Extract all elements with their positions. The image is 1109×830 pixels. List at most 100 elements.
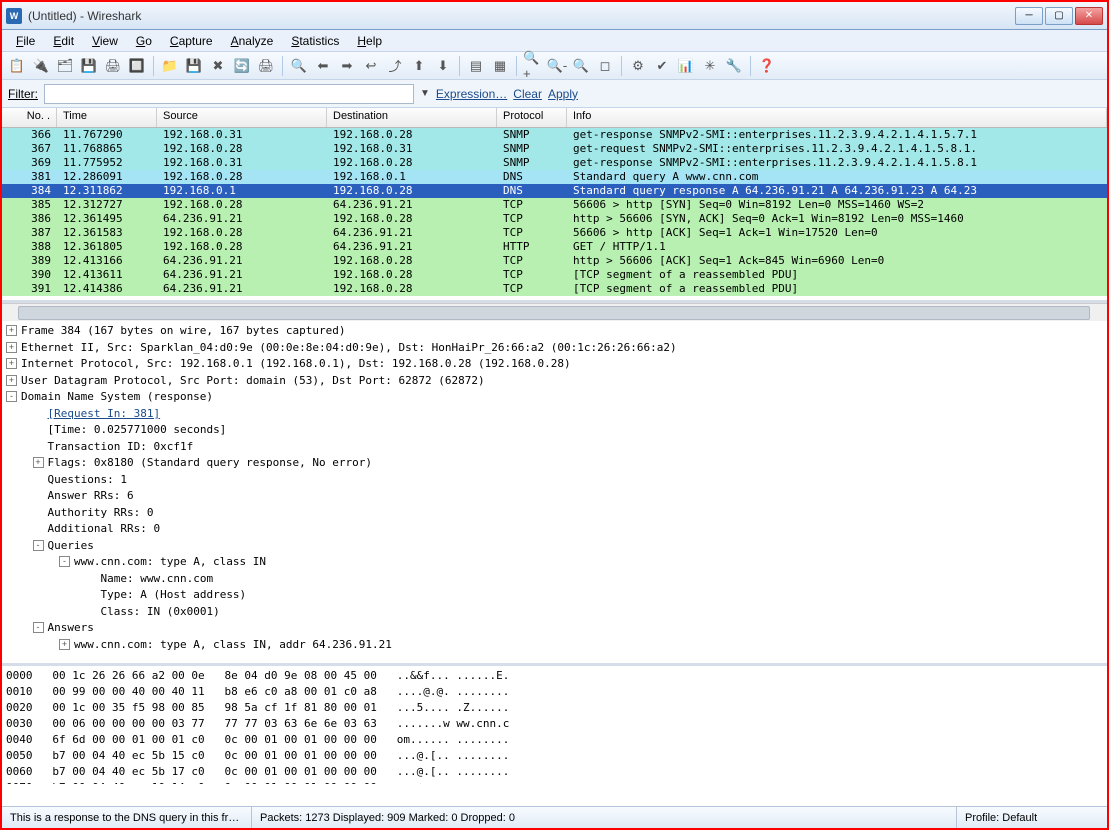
toolbar-button-5-4[interactable]: 🔧 [723, 55, 745, 77]
toolbar-button-4-1[interactable]: 🔍- [546, 55, 568, 77]
toolbar-button-0-3[interactable]: 💾 [78, 55, 100, 77]
filter-apply-link[interactable]: Apply [548, 87, 578, 101]
toolbar-button-2-2[interactable]: ➡ [336, 55, 358, 77]
tree-line[interactable]: Additional RRs: 0 [6, 521, 1103, 538]
expand-icon[interactable]: - [6, 391, 17, 402]
tree-line[interactable]: Name: www.cnn.com [6, 571, 1103, 588]
packet-row[interactable]: 38712.361583192.168.0.2864.236.91.21TCP5… [2, 226, 1107, 240]
toolbar-button-3-1[interactable]: ▦ [489, 55, 511, 77]
tree-line[interactable]: Answer RRs: 6 [6, 488, 1103, 505]
toolbar-button-5-2[interactable]: 📊 [675, 55, 697, 77]
packet-row[interactable]: 36911.775952192.168.0.31192.168.0.28SNMP… [2, 156, 1107, 170]
tree-line[interactable]: [Time: 0.025771000 seconds] [6, 422, 1103, 439]
filter-expression-link[interactable]: Expression… [436, 87, 507, 101]
packet-bytes-pane[interactable]: 0000 00 1c 26 26 66 a2 00 0e 8e 04 d0 9e… [2, 666, 1107, 784]
expand-icon[interactable]: - [33, 622, 44, 633]
toolbar-button-4-2[interactable]: 🔍 [570, 55, 592, 77]
packet-row[interactable]: 38412.311862192.168.0.1192.168.0.28DNSSt… [2, 184, 1107, 198]
expand-icon[interactable]: - [33, 540, 44, 551]
menu-go[interactable]: Go [128, 32, 160, 50]
filter-dropdown-icon[interactable]: ▼ [420, 88, 430, 99]
toolbar-button-3-0[interactable]: ▤ [465, 55, 487, 77]
toolbar-button-1-4[interactable]: 🖨 [255, 55, 277, 77]
tree-line[interactable]: +Frame 384 (167 bytes on wire, 167 bytes… [6, 323, 1103, 340]
menu-analyze[interactable]: Analyze [223, 32, 282, 50]
bytes-line[interactable]: 0050 b7 00 04 40 ec 5b 15 c0 0c 00 01 00… [6, 748, 1103, 764]
packet-row[interactable]: 36611.767290192.168.0.31192.168.0.28SNMP… [2, 128, 1107, 142]
packet-list-hscroll[interactable] [2, 303, 1107, 321]
toolbar-button-1-2[interactable]: ✖ [207, 55, 229, 77]
toolbar-button-0-0[interactable]: 📋 [6, 55, 28, 77]
menu-view[interactable]: View [84, 32, 126, 50]
tree-line[interactable]: Authority RRs: 0 [6, 505, 1103, 522]
toolbar-button-0-4[interactable]: 🖨 [102, 55, 124, 77]
tree-line[interactable]: -www.cnn.com: type A, class IN [6, 554, 1103, 571]
col-protocol[interactable]: Protocol [497, 108, 567, 127]
packet-row[interactable]: 38612.36149564.236.91.21192.168.0.28TCPh… [2, 212, 1107, 226]
col-time[interactable]: Time [57, 108, 157, 127]
close-button[interactable]: ✕ [1075, 7, 1103, 25]
bytes-line[interactable]: 0070 b7 00 04 40 ec 10 14 c0 0c 00 01 00… [6, 780, 1103, 784]
tree-line[interactable]: -Answers [6, 620, 1103, 637]
minimize-button[interactable]: ─ [1015, 7, 1043, 25]
menu-file[interactable]: File [8, 32, 43, 50]
bytes-line[interactable]: 0040 6f 6d 00 00 01 00 01 c0 0c 00 01 00… [6, 732, 1103, 748]
tree-line[interactable]: Type: A (Host address) [6, 587, 1103, 604]
col-source[interactable]: Source [157, 108, 327, 127]
expand-icon[interactable]: - [59, 556, 70, 567]
bytes-line[interactable]: 0060 b7 00 04 40 ec 5b 17 c0 0c 00 01 00… [6, 764, 1103, 780]
toolbar-button-5-0[interactable]: ⚙ [627, 55, 649, 77]
col-no[interactable]: No. . [2, 108, 57, 127]
toolbar-button-5-1[interactable]: ✔ [651, 55, 673, 77]
toolbar-button-1-1[interactable]: 💾 [183, 55, 205, 77]
expand-icon[interactable]: + [6, 342, 17, 353]
filter-clear-link[interactable]: Clear [513, 87, 542, 101]
toolbar-button-2-4[interactable]: ⤴ [384, 55, 406, 77]
packet-list-body[interactable]: 36611.767290192.168.0.31192.168.0.28SNMP… [2, 128, 1107, 300]
packet-row[interactable]: 38112.286091192.168.0.28192.168.0.1DNSSt… [2, 170, 1107, 184]
bytes-line[interactable]: 0030 00 06 00 00 00 00 03 77 77 77 03 63… [6, 716, 1103, 732]
tree-line[interactable]: +Flags: 0x8180 (Standard query response,… [6, 455, 1103, 472]
packet-row[interactable]: 39112.41438664.236.91.21192.168.0.28TCP[… [2, 282, 1107, 296]
packet-row[interactable]: 38512.312727192.168.0.2864.236.91.21TCP5… [2, 198, 1107, 212]
toolbar-button-1-0[interactable]: 📁 [159, 55, 181, 77]
tree-line[interactable]: +Ethernet II, Src: Sparklan_04:d0:9e (00… [6, 340, 1103, 357]
tree-line[interactable]: [Request In: 381] [6, 406, 1103, 423]
toolbar-button-4-3[interactable]: ◻ [594, 55, 616, 77]
packet-row[interactable]: 36711.768865192.168.0.28192.168.0.31SNMP… [2, 142, 1107, 156]
bytes-line[interactable]: 0020 00 1c 00 35 f5 98 00 85 98 5a cf 1f… [6, 700, 1103, 716]
expand-icon[interactable]: + [33, 457, 44, 468]
bytes-line[interactable]: 0000 00 1c 26 26 66 a2 00 0e 8e 04 d0 9e… [6, 668, 1103, 684]
tree-line[interactable]: +www.cnn.com: type A, class IN, addr 64.… [6, 637, 1103, 654]
packet-details-pane[interactable]: +Frame 384 (167 bytes on wire, 167 bytes… [2, 321, 1107, 666]
filter-input[interactable] [44, 84, 414, 104]
toolbar-button-0-5[interactable]: 🔲 [126, 55, 148, 77]
menu-edit[interactable]: Edit [45, 32, 82, 50]
toolbar-button-2-3[interactable]: ↩ [360, 55, 382, 77]
tree-line[interactable]: Class: IN (0x0001) [6, 604, 1103, 621]
tree-line[interactable]: -Domain Name System (response) [6, 389, 1103, 406]
tree-line[interactable]: Questions: 1 [6, 472, 1103, 489]
toolbar-button-0-1[interactable]: 🔌 [30, 55, 52, 77]
toolbar-button-1-3[interactable]: 🔄 [231, 55, 253, 77]
tree-line[interactable]: Transaction ID: 0xcf1f [6, 439, 1103, 456]
maximize-button[interactable]: ▢ [1045, 7, 1073, 25]
toolbar-button-5-3[interactable]: ✳ [699, 55, 721, 77]
menu-capture[interactable]: Capture [162, 32, 221, 50]
tree-line[interactable]: +User Datagram Protocol, Src Port: domai… [6, 373, 1103, 390]
expand-icon[interactable]: + [59, 639, 70, 650]
col-destination[interactable]: Destination [327, 108, 497, 127]
toolbar-button-2-6[interactable]: ⬇ [432, 55, 454, 77]
toolbar-button-6-0[interactable]: ❓ [756, 55, 778, 77]
expand-icon[interactable]: + [6, 358, 17, 369]
toolbar-button-2-0[interactable]: 🔍 [288, 55, 310, 77]
expand-icon[interactable]: + [6, 375, 17, 386]
toolbar-button-2-1[interactable]: ⬅ [312, 55, 334, 77]
tree-line[interactable]: -Queries [6, 538, 1103, 555]
menu-statistics[interactable]: Statistics [283, 32, 347, 50]
toolbar-button-2-5[interactable]: ⬆ [408, 55, 430, 77]
col-info[interactable]: Info [567, 108, 1107, 127]
tree-line[interactable]: +Internet Protocol, Src: 192.168.0.1 (19… [6, 356, 1103, 373]
bytes-line[interactable]: 0010 00 99 00 00 40 00 40 11 b8 e6 c0 a8… [6, 684, 1103, 700]
packet-row[interactable]: 38812.361805192.168.0.2864.236.91.21HTTP… [2, 240, 1107, 254]
